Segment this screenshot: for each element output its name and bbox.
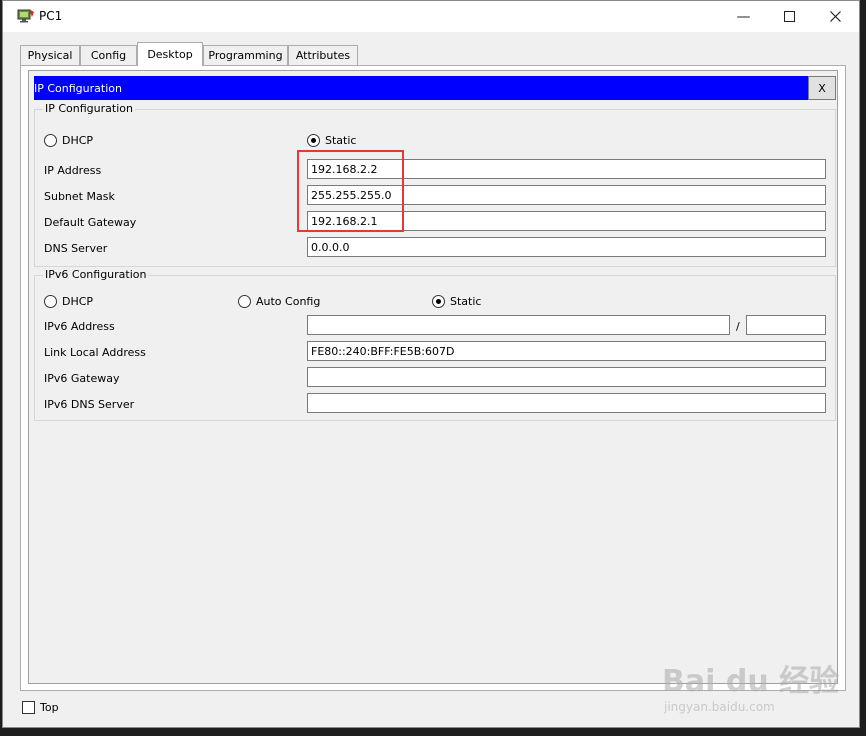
ipv6-group-title: IPv6 Configuration [43, 268, 149, 281]
default-gateway-input[interactable]: 192.168.2.1 [307, 211, 826, 231]
ipv6-configuration-group: IPv6 Configuration DHCP Auto Config Stat… [34, 268, 836, 421]
link-local-address-input[interactable]: FE80::240:BFF:FE5B:607D [307, 341, 826, 361]
ipv6-address-label: IPv6 Address [44, 320, 115, 333]
ip-configuration-panel: IP Configuration X IP Configuration DHCP… [28, 70, 838, 684]
desktop-tab-panel: IP Configuration X IP Configuration DHCP… [20, 65, 846, 691]
minimize-button[interactable]: — [721, 1, 766, 32]
prefix-separator: / [736, 320, 740, 333]
ipv4-group-title: IP Configuration [43, 102, 135, 115]
ipv6-address-input[interactable] [307, 315, 730, 335]
ipv4-dhcp-label: DHCP [62, 134, 94, 147]
tab-programming[interactable]: Programming [203, 45, 288, 65]
ipv6-auto-config-label: Auto Config [256, 295, 321, 308]
baidu-watermark-url: jingyan.baidu.com [664, 700, 775, 714]
maximize-icon [784, 11, 795, 22]
ipv6-static-label: Static [450, 295, 482, 308]
ipv4-static-radio[interactable] [307, 134, 320, 147]
pc-app-icon [17, 9, 34, 23]
ipv6-prefix-length-input[interactable] [746, 315, 826, 335]
tab-label: Desktop [147, 48, 193, 61]
tab-config[interactable]: Config [80, 45, 137, 65]
subnet-mask-label: Subnet Mask [44, 190, 115, 203]
maximize-button[interactable] [767, 1, 812, 32]
ip-address-label: IP Address [44, 164, 102, 177]
dns-server-input[interactable]: 0.0.0.0 [307, 237, 826, 257]
tab-label: Attributes [295, 49, 351, 62]
baidu-watermark: Bai du 经验 [662, 664, 840, 699]
dns-server-label: DNS Server [44, 242, 108, 255]
ipv6-dhcp-label: DHCP [62, 295, 94, 308]
top-checkbox-label: Top [40, 701, 59, 714]
close-window-button[interactable] [813, 1, 858, 32]
ipv6-static-radio[interactable] [432, 295, 445, 308]
tab-desktop[interactable]: Desktop [137, 42, 203, 66]
window-title: PC1 [39, 9, 63, 23]
top-checkbox[interactable] [22, 701, 35, 714]
link-local-address-label: Link Local Address [44, 346, 146, 359]
title-bar[interactable]: PC1 — [3, 1, 859, 32]
ipv4-configuration-group: IP Configuration DHCP Static IP Address … [34, 102, 836, 267]
close-ip-configuration-button[interactable]: X [808, 76, 836, 100]
tab-attributes[interactable]: Attributes [288, 45, 358, 65]
close-icon [830, 11, 841, 22]
ipv6-gateway-input[interactable] [307, 367, 826, 387]
tab-physical[interactable]: Physical [20, 45, 80, 65]
ipv4-dhcp-radio[interactable] [44, 134, 57, 147]
ipv4-static-label: Static [325, 134, 357, 147]
ipv6-dhcp-radio[interactable] [44, 295, 57, 308]
ipv6-gateway-label: IPv6 Gateway [44, 372, 120, 385]
pc1-window: PC1 — Physical Config Desktop Programmin… [2, 0, 860, 728]
minimize-icon: — [736, 8, 751, 25]
tab-label: Programming [208, 49, 283, 62]
ip-configuration-header: IP Configuration [34, 76, 809, 100]
ip-address-input[interactable]: 192.168.2.2 [307, 159, 826, 179]
tab-label: Config [90, 49, 127, 62]
ipv6-auto-config-radio[interactable] [238, 295, 251, 308]
tab-label: Physical [27, 49, 73, 62]
ipv6-dns-server-input[interactable] [307, 393, 826, 413]
subnet-mask-input[interactable]: 255.255.255.0 [307, 185, 826, 205]
ipv6-dns-server-label: IPv6 DNS Server [44, 398, 135, 411]
default-gateway-label: Default Gateway [44, 216, 137, 229]
